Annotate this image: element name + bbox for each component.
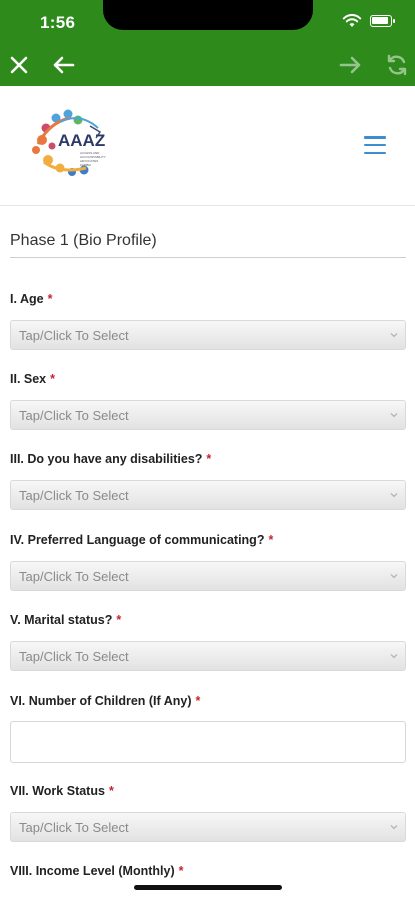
question-label-text: IV. Preferred Language of communicating?: [10, 533, 265, 547]
chevron-down-icon: [390, 825, 398, 830]
question-label: II. Sex *: [10, 372, 55, 386]
logo-text: AAAZ: [58, 131, 105, 150]
question-label-text: VIII. Income Level (Monthly): [10, 864, 175, 878]
question-label: IV. Preferred Language of communicating?…: [10, 533, 273, 547]
refresh-button[interactable]: [384, 52, 410, 78]
required-asterisk: *: [268, 533, 274, 547]
aaaz-logo[interactable]: AAAZ ACCESS AND ACCOUNTABILITY ADVOCATES…: [20, 102, 124, 180]
question-label-text: V. Marital status?: [10, 613, 113, 627]
battery-icon: [370, 15, 395, 27]
question-label: VIII. Income Level (Monthly) *: [10, 864, 183, 878]
required-asterisk: *: [47, 292, 53, 306]
required-asterisk: *: [50, 372, 56, 386]
question-label-text: VI. Number of Children (If Any): [10, 694, 192, 708]
chevron-down-icon: [390, 333, 398, 338]
question-select[interactable]: Tap/Click To Select: [10, 400, 406, 430]
question-label: VII. Work Status *: [10, 784, 114, 798]
required-asterisk: *: [195, 694, 201, 708]
required-asterisk: *: [206, 452, 212, 466]
question-label: V. Marital status? *: [10, 613, 121, 627]
site-header: AAAZ ACCESS AND ACCOUNTABILITY ADVOCATES…: [0, 86, 415, 206]
select-placeholder: Tap/Click To Select: [19, 487, 129, 503]
question-select[interactable]: Tap/Click To Select: [10, 812, 406, 842]
back-button[interactable]: [50, 52, 76, 78]
bio-profile-form: Phase 1 (Bio Profile): [10, 232, 406, 258]
hamburger-menu-icon[interactable]: [364, 136, 386, 154]
question-text-input[interactable]: [10, 721, 406, 763]
question-select[interactable]: Tap/Click To Select: [10, 561, 406, 591]
select-placeholder: Tap/Click To Select: [19, 568, 129, 584]
required-asterisk: *: [108, 784, 114, 798]
required-asterisk: *: [116, 613, 122, 627]
question-label-text: III. Do you have any disabilities?: [10, 452, 203, 466]
question-label: I. Age *: [10, 292, 52, 306]
select-placeholder: Tap/Click To Select: [19, 819, 129, 835]
select-placeholder: Tap/Click To Select: [19, 648, 129, 664]
question-label-text: I. Age: [10, 292, 44, 306]
arrow-left-icon: [53, 56, 75, 74]
device-notch: [103, 0, 313, 30]
refresh-icon: [387, 54, 407, 76]
chevron-down-icon: [390, 413, 398, 418]
question-select[interactable]: Tap/Click To Select: [10, 320, 406, 350]
close-button[interactable]: [6, 52, 32, 78]
question-label: III. Do you have any disabilities? *: [10, 452, 211, 466]
question-select[interactable]: Tap/Click To Select: [10, 480, 406, 510]
wifi-icon: [342, 14, 362, 27]
browser-toolbar: 1:56: [0, 0, 415, 86]
question-label-text: II. Sex: [10, 372, 47, 386]
required-asterisk: *: [178, 864, 184, 878]
chevron-down-icon: [390, 654, 398, 659]
arrow-right-icon: [339, 56, 361, 74]
chevron-down-icon: [390, 493, 398, 498]
question-select[interactable]: Tap/Click To Select: [10, 641, 406, 671]
question-label: VI. Number of Children (If Any) *: [10, 694, 200, 708]
status-bar: 1:56: [0, 0, 415, 44]
status-time: 1:56: [40, 13, 76, 32]
question-label-text: VII. Work Status: [10, 784, 105, 798]
home-indicator: [134, 885, 282, 890]
phase-title: Phase 1 (Bio Profile): [10, 232, 406, 258]
svg-text:ZAMBIA: ZAMBIA: [80, 163, 91, 167]
forward-button[interactable]: [338, 52, 364, 78]
chevron-down-icon: [390, 574, 398, 579]
select-placeholder: Tap/Click To Select: [19, 407, 129, 423]
close-icon: [10, 56, 28, 74]
select-placeholder: Tap/Click To Select: [19, 327, 129, 343]
